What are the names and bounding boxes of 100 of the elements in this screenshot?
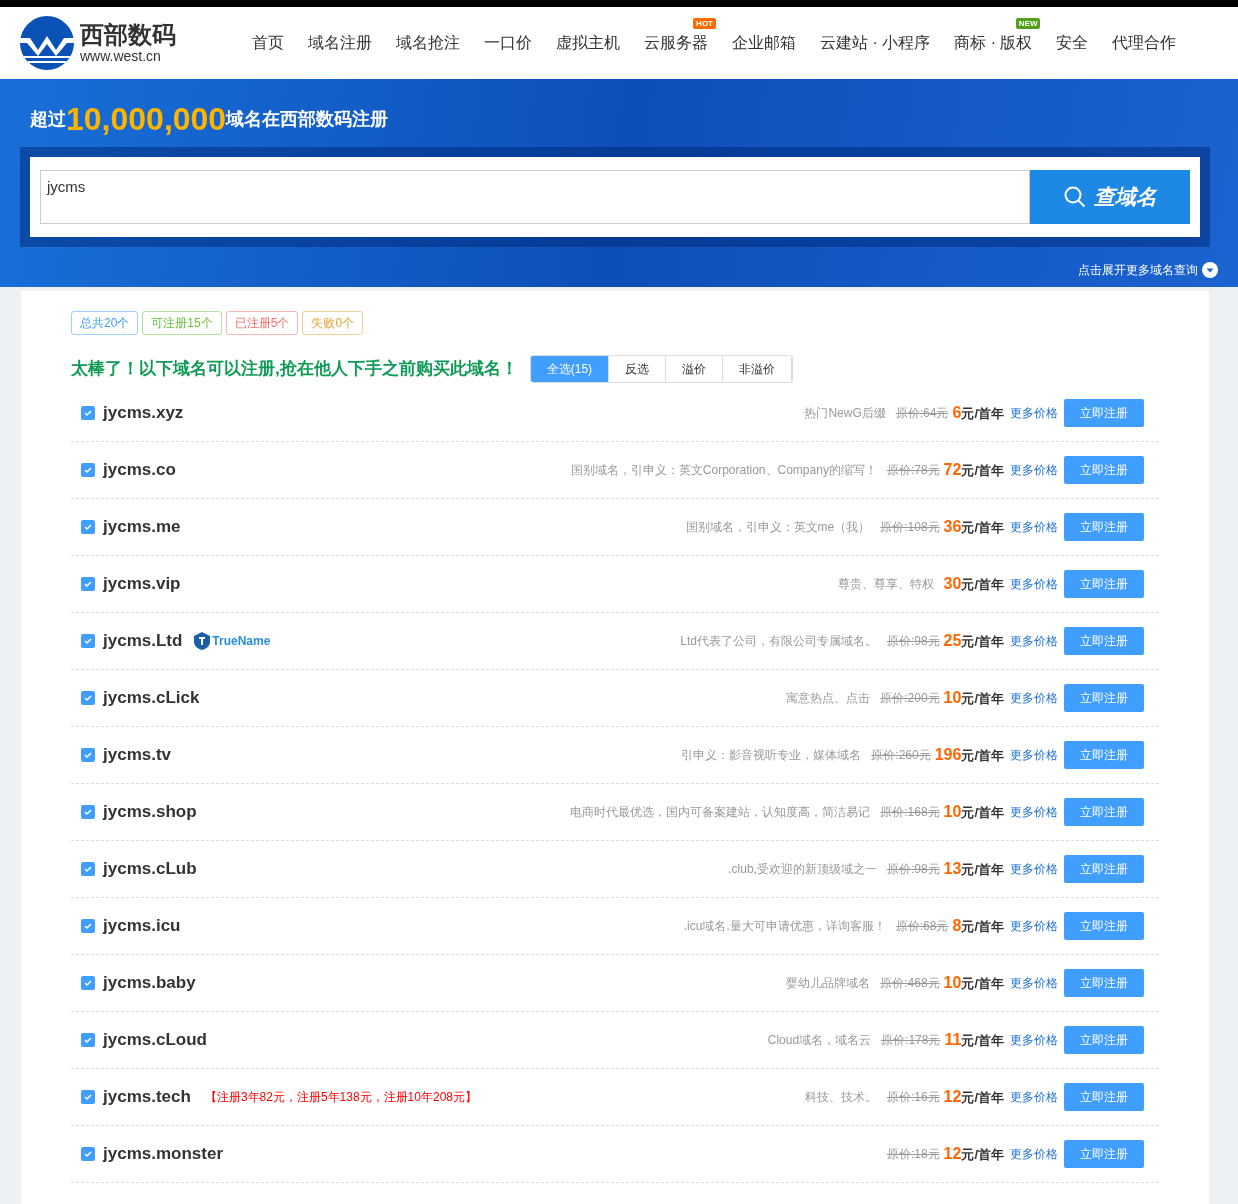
checkbox[interactable] <box>81 919 95 933</box>
domain-name: jycms.vip <box>103 573 181 596</box>
price: 13元/首年 <box>943 859 1004 879</box>
more-prices-link[interactable]: 更多价格 <box>1010 860 1058 878</box>
count-tag: 失败0个 <box>302 311 364 335</box>
original-price: 原价:18元 <box>886 1146 940 1163</box>
checkmark-icon <box>83 864 93 874</box>
register-button[interactable]: 立即注册 <box>1064 399 1144 427</box>
search-icon <box>1063 186 1086 208</box>
register-button[interactable]: 立即注册 <box>1064 1026 1144 1054</box>
domain-description: 尊贵、尊享、特权 <box>837 576 934 593</box>
checkbox[interactable] <box>81 1033 95 1047</box>
price: 196元/首年 <box>934 745 1004 765</box>
original-price: 原价:468元 <box>880 975 940 992</box>
more-prices-link[interactable]: 更多价格 <box>1010 1145 1058 1163</box>
checkbox[interactable] <box>81 577 95 591</box>
price: 12元/首年 <box>943 1087 1004 1107</box>
nav-link[interactable]: 云建站 · 小程序 <box>820 34 931 51</box>
count-tag: 总共20个 <box>71 311 139 335</box>
more-prices-link[interactable]: 更多价格 <box>1010 689 1058 707</box>
logo-icon <box>20 16 74 70</box>
original-price: 原价:16元 <box>886 1089 940 1106</box>
domain-name: jycms.shop <box>103 801 197 824</box>
price: 25元/首年 <box>943 631 1004 651</box>
original-price: 原价:98元 <box>886 633 940 650</box>
more-prices-link[interactable]: 更多价格 <box>1010 575 1058 593</box>
checkbox[interactable] <box>81 1147 95 1161</box>
chevron-down-icon <box>1202 262 1218 278</box>
checkmark-icon <box>83 579 93 589</box>
more-prices-link[interactable]: 更多价格 <box>1010 803 1058 821</box>
domain-name: jycms.xyz <box>103 402 184 425</box>
checkmark-icon <box>83 693 93 703</box>
original-price: 原价:108元 <box>880 519 940 536</box>
register-button[interactable]: 立即注册 <box>1064 798 1144 826</box>
original-price: 原价:78元 <box>886 462 940 479</box>
nav-link[interactable]: 安全 <box>1056 34 1089 51</box>
nav-link[interactable]: 云服务器 <box>644 34 708 51</box>
price: 10元/首年 <box>943 973 1004 993</box>
more-prices-link[interactable]: 更多价格 <box>1010 917 1058 935</box>
promo-text: 【注册3年82元，注册5年138元，注册10年208元】 <box>204 1089 477 1106</box>
domain-description: 寓意热点、点击 <box>786 690 871 707</box>
checkbox[interactable] <box>81 976 95 990</box>
register-button[interactable]: 立即注册 <box>1064 627 1144 655</box>
checkbox[interactable] <box>81 406 95 420</box>
checkbox[interactable] <box>81 748 95 762</box>
register-button[interactable]: 立即注册 <box>1064 855 1144 883</box>
register-button[interactable]: 立即注册 <box>1064 912 1144 940</box>
price: 10元/首年 <box>943 688 1004 708</box>
more-prices-link[interactable]: 更多价格 <box>1010 746 1058 764</box>
domain-description: 电商时代最优选，国内可备案建站，认知度高，简洁易记 <box>570 804 871 821</box>
nav-link[interactable]: 域名抢注 <box>396 34 460 51</box>
domain-description: .club,受欢迎的新顶级域之一 <box>728 861 877 878</box>
register-button[interactable]: 立即注册 <box>1064 1083 1144 1111</box>
register-button[interactable]: 立即注册 <box>1064 741 1144 769</box>
register-button[interactable]: 立即注册 <box>1064 570 1144 598</box>
more-prices-link[interactable]: 更多价格 <box>1010 974 1058 992</box>
nav-link[interactable]: 商标 · 版权 <box>954 34 1033 51</box>
search-button[interactable]: 查域名 <box>1030 170 1190 224</box>
register-button[interactable]: 立即注册 <box>1064 684 1144 712</box>
nav-link[interactable]: 首页 <box>252 34 284 51</box>
price: 6元/首年 <box>952 403 1004 423</box>
more-prices-link[interactable]: 更多价格 <box>1010 404 1058 422</box>
domain-description: Cloud域名，域名云 <box>767 1032 872 1049</box>
expand-link[interactable]: 点击展开更多域名查询 <box>1078 261 1198 279</box>
checkmark-icon <box>83 1149 93 1159</box>
more-prices-link[interactable]: 更多价格 <box>1010 632 1058 650</box>
domain-name: jycms.co <box>103 459 176 482</box>
nav-link[interactable]: 域名注册 <box>308 34 372 51</box>
checkmark-icon <box>83 1092 93 1102</box>
more-prices-link[interactable]: 更多价格 <box>1010 461 1058 479</box>
original-price: 原价:98元 <box>886 861 940 878</box>
domain-description: 婴幼儿品牌域名 <box>786 975 871 992</box>
more-prices-link[interactable]: 更多价格 <box>1010 1088 1058 1106</box>
domain-description: 国别域名，引申义：英文me（我） <box>685 519 871 536</box>
register-button[interactable]: 立即注册 <box>1064 1140 1144 1168</box>
register-button[interactable]: 立即注册 <box>1064 456 1144 484</box>
more-prices-link[interactable]: 更多价格 <box>1010 1031 1058 1049</box>
register-button[interactable]: 立即注册 <box>1064 969 1144 997</box>
checkbox[interactable] <box>81 805 95 819</box>
checkbox[interactable] <box>81 691 95 705</box>
shield-icon <box>194 632 211 650</box>
domain-name: jycms.monster <box>103 1143 223 1166</box>
register-button[interactable]: 立即注册 <box>1064 513 1144 541</box>
nav-link[interactable]: 虚拟主机 <box>556 34 620 51</box>
nav-link[interactable]: 企业邮箱 <box>732 34 796 51</box>
original-price: 原价:64元 <box>895 405 949 422</box>
domain-name: jycms.tech <box>103 1086 191 1109</box>
filter-tab[interactable]: 全选(15) <box>530 356 610 382</box>
checkmark-icon <box>83 408 93 418</box>
checkbox[interactable] <box>81 1090 95 1104</box>
checkmark-icon <box>83 636 93 646</box>
checkbox[interactable] <box>81 862 95 876</box>
search-field[interactable]: jycms <box>40 170 1030 224</box>
original-price: 原价:68元 <box>895 918 949 935</box>
checkbox[interactable] <box>81 634 95 648</box>
nav-link[interactable]: 代理合作 <box>1112 34 1177 51</box>
checkbox[interactable] <box>81 463 95 477</box>
more-prices-link[interactable]: 更多价格 <box>1010 518 1058 536</box>
checkbox[interactable] <box>81 520 95 534</box>
nav-link[interactable]: 一口价 <box>484 34 532 51</box>
